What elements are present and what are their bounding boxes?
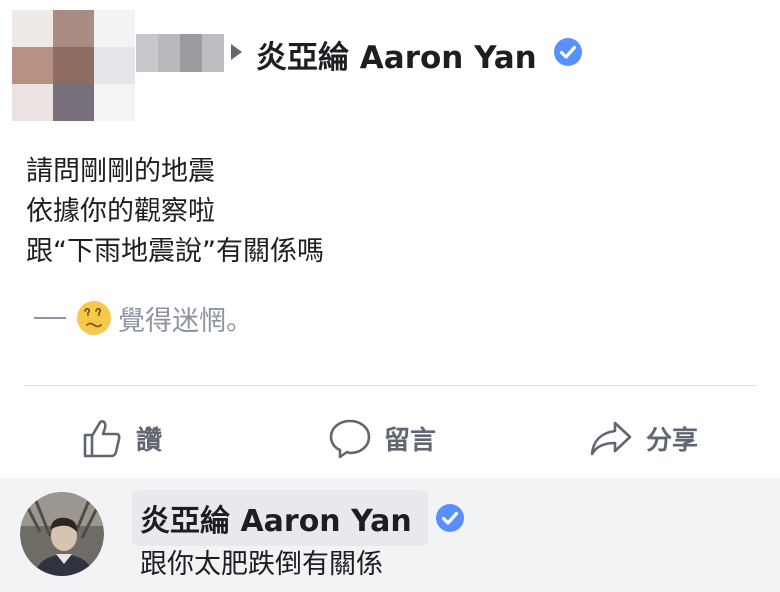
share-button[interactable]: 分享 <box>588 400 698 476</box>
feeling-text: 覺得迷惘。 <box>118 305 253 337</box>
commenter-avatar[interactable] <box>20 492 104 576</box>
caret-right-icon <box>231 44 242 60</box>
blurred-username[interactable] <box>136 34 224 72</box>
post-header: 炎亞綸 Aaron Yan <box>0 0 780 130</box>
actions-divider <box>24 385 756 386</box>
verified-badge-icon <box>554 38 582 66</box>
share-arrow-icon <box>590 421 632 456</box>
comment-section: 炎亞綸 Aaron Yan 跟你太肥跌倒有關係 <box>0 478 780 592</box>
confused-emoji-icon <box>77 301 111 335</box>
comment-author[interactable]: 炎亞綸 Aaron Yan <box>140 496 412 540</box>
post-actions: 讚 留言 分享 <box>0 400 780 476</box>
verified-badge-icon <box>436 504 464 532</box>
like-button[interactable]: 讚 <box>80 400 162 476</box>
speech-bubble-icon <box>329 419 371 459</box>
feeling-dash <box>34 317 66 319</box>
comment-label: 留言 <box>384 425 437 456</box>
share-label: 分享 <box>646 425 699 456</box>
blurred-avatar[interactable] <box>12 10 136 122</box>
post-text: 請問剛剛的地震 依據你的觀察啦 跟“下雨地震說”有關係嗎 <box>26 152 746 272</box>
post-line-3: 跟“下雨地震說”有關係嗎 <box>26 236 324 267</box>
thumbs-up-icon <box>83 420 121 458</box>
like-label: 讚 <box>136 425 163 456</box>
comment-text: 跟你太肥跌倒有關係 <box>140 549 383 580</box>
feeling-activity: 覺得迷惘。 <box>34 298 253 338</box>
post-line-1: 請問剛剛的地震 <box>26 156 215 187</box>
page-name[interactable]: 炎亞綸 Aaron Yan <box>256 32 537 77</box>
post-line-2: 依據你的觀察啦 <box>26 196 215 227</box>
comment-button[interactable]: 留言 <box>328 400 436 476</box>
